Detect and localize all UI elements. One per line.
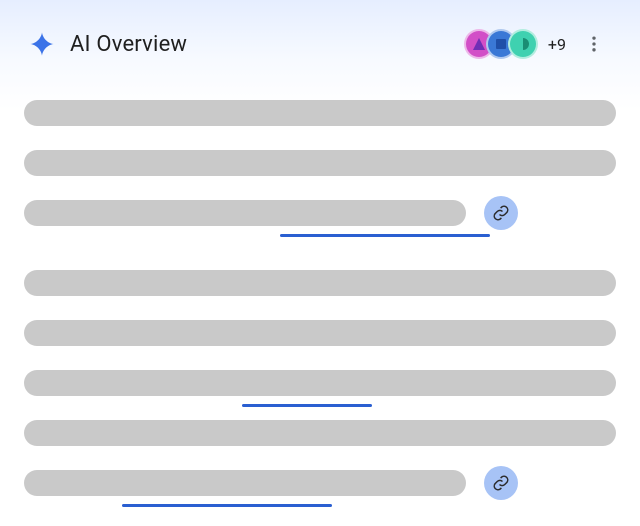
placeholder-line	[24, 470, 466, 496]
citation-link-chip[interactable]	[484, 196, 518, 230]
more-vert-icon	[584, 34, 604, 54]
link-icon	[492, 204, 510, 222]
half-circle-icon	[515, 36, 531, 52]
placeholder-line	[24, 150, 616, 176]
source-avatar-3[interactable]	[508, 29, 538, 59]
page-title: AI Overview	[70, 32, 187, 57]
source-overflow-count[interactable]: +9	[548, 35, 566, 54]
citation-link-underline[interactable]	[242, 404, 372, 407]
square-icon	[493, 36, 509, 52]
placeholder-line	[24, 420, 616, 446]
sparkle-icon	[28, 30, 56, 58]
citation-link-underline[interactable]	[280, 234, 490, 237]
triangle-icon	[471, 36, 487, 52]
citation-link-chip[interactable]	[484, 466, 518, 500]
citation-link-underline[interactable]	[122, 504, 332, 507]
link-icon	[492, 474, 510, 492]
placeholder-line	[24, 370, 616, 396]
placeholder-line	[24, 320, 616, 346]
placeholder-line	[24, 270, 616, 296]
header: AI Overview +9	[0, 0, 640, 62]
placeholder-line	[24, 200, 466, 226]
placeholder-line	[24, 100, 616, 126]
source-avatar-stack[interactable]	[464, 29, 538, 59]
more-options-button[interactable]	[576, 26, 612, 62]
